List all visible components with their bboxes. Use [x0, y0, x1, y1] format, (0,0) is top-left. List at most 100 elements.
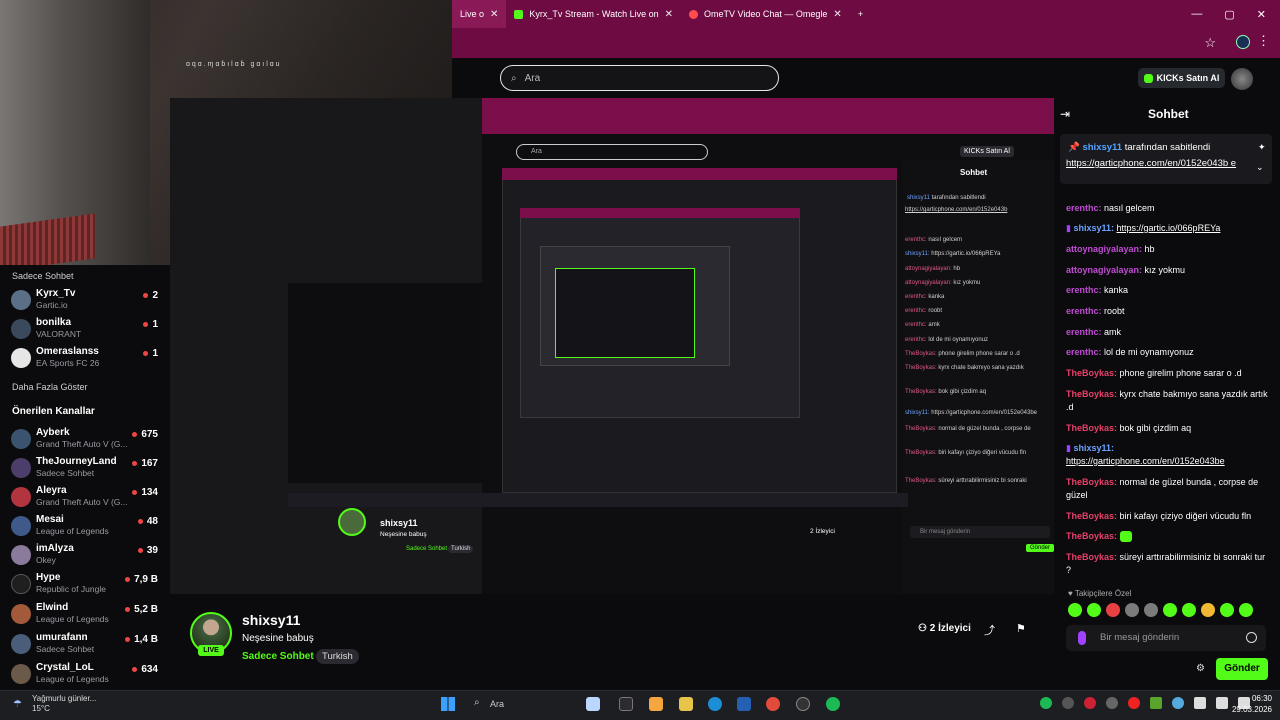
browser-tab-active[interactable]: Live o ✕: [452, 0, 507, 28]
file-explorer-icon[interactable]: [679, 697, 693, 711]
clock-time: 06:30: [1251, 694, 1272, 703]
collapse-chat-icon[interactable]: ⇥: [1060, 107, 1070, 121]
tray-app-icon[interactable]: [1062, 697, 1074, 709]
channel-game: Gartic.io: [36, 300, 68, 310]
weather-icon[interactable]: ☂: [13, 699, 22, 710]
tab-close-icon[interactable]: ✕: [665, 9, 673, 20]
weather-widget[interactable]: Yağmurlu günler... 15°C: [32, 694, 96, 714]
viewer-count: 48: [138, 516, 158, 527]
tray-app-icon[interactable]: [1150, 697, 1162, 709]
nested-chat-line: shixsy11 tarafından sabitlendi: [907, 195, 986, 201]
video-player[interactable]: Ara Sohbet KICKs Satın Al shixsy11 Neşes…: [170, 98, 1054, 594]
tray-app-icon[interactable]: [1084, 697, 1096, 709]
volume-icon[interactable]: [1216, 697, 1228, 709]
sidebar-item-imalyza[interactable]: imAlyza Okey 39: [0, 541, 170, 571]
chat-input[interactable]: Bir mesaj gönderin: [1066, 625, 1266, 651]
chrome-icon[interactable]: [766, 697, 780, 711]
close-window-icon[interactable]: ✕: [1257, 8, 1266, 21]
emote-icon[interactable]: [1201, 603, 1215, 617]
nested-search: Ara: [516, 144, 708, 160]
obs-icon[interactable]: [796, 697, 810, 711]
emote-icon[interactable]: [1163, 603, 1177, 617]
emote-icon[interactable]: [1220, 603, 1234, 617]
emote-icon[interactable]: [1239, 603, 1253, 617]
nested-tab-bar-4: [520, 208, 800, 218]
nested-chat-line: attoynagiyalayan: kız yokmu: [905, 280, 981, 286]
mic-icon[interactable]: [1078, 631, 1086, 645]
browser-menu-icon[interactable]: ⋮: [1257, 33, 1270, 49]
buy-kicks-button[interactable]: KICKs Satın Al: [1138, 68, 1225, 88]
channel-name[interactable]: shixsy11: [242, 612, 300, 628]
search-placeholder: Ara: [524, 72, 541, 84]
stream-category[interactable]: Sadece Sohbet: [242, 651, 314, 662]
sidebar-item-aleyra[interactable]: Aleyra Grand Theft Auto V (G... 134: [0, 483, 170, 513]
task-view-icon[interactable]: [619, 697, 633, 711]
tab-title: Kyrx_Tv Stream - Watch Live on: [529, 9, 659, 19]
emote-icon[interactable]: [1106, 603, 1120, 617]
sidebar-item-umurafann[interactable]: umurafann Sadece Sohbet 1,4 B: [0, 630, 170, 660]
maximize-icon[interactable]: ▢: [1224, 8, 1234, 21]
chat-title: Sohbet: [1148, 107, 1189, 121]
edge-icon[interactable]: [708, 697, 722, 711]
kick-favicon-icon: [514, 9, 524, 19]
tab-close-icon[interactable]: ✕: [490, 9, 498, 20]
sidebar-item-hype[interactable]: Hype Republic of Jungle 7,9 B: [0, 570, 170, 600]
tray-app-icon[interactable]: [1106, 697, 1118, 709]
office-icon[interactable]: [649, 697, 663, 711]
user-avatar[interactable]: [1231, 68, 1253, 90]
tray-app-icon[interactable]: [1040, 697, 1052, 709]
minimize-icon[interactable]: —: [1191, 8, 1202, 20]
unpin-icon[interactable]: ✦: [1258, 142, 1266, 153]
new-tab-button[interactable]: +: [850, 0, 871, 28]
chat-message: TheBoykas: bok gibi çizdim aq: [1066, 423, 1192, 433]
bookmark-star-icon[interactable]: ☆: [1204, 35, 1216, 51]
show-more-link[interactable]: Daha Fazla Göster: [12, 382, 88, 392]
viewer-count: 39: [138, 545, 158, 556]
viewer-count: 675: [132, 429, 158, 440]
tray-app-icon[interactable]: [1172, 697, 1184, 709]
copilot-icon[interactable]: [586, 697, 600, 711]
share-icon[interactable]: ⤴: [984, 622, 995, 638]
send-button[interactable]: Gönder: [1216, 658, 1268, 680]
gear-icon[interactable]: ⚙: [1196, 663, 1205, 674]
chat-message: attoynagiyalayan: kız yokmu: [1066, 265, 1186, 275]
sidebar-item-ayberk[interactable]: Ayberk Grand Theft Auto V (G... 675: [0, 425, 170, 455]
window-controls: — ▢ ✕: [1191, 0, 1280, 28]
sidebar-item-elwind[interactable]: Elwind League of Legends 5,2 B: [0, 600, 170, 630]
emoji-icon[interactable]: [1246, 632, 1257, 643]
emote-icon[interactable]: [1087, 603, 1101, 617]
more-options-icon[interactable]: ⚑: [1016, 622, 1026, 635]
wifi-icon[interactable]: [1194, 697, 1206, 709]
emote-icon[interactable]: [1182, 603, 1196, 617]
start-icon[interactable]: [441, 697, 455, 711]
channel-name: Crystal_LoL: [36, 662, 94, 673]
channel-game: League of Legends: [36, 614, 109, 624]
sidebar-item-bonilka[interactable]: bonilka VALORANT 1: [0, 315, 170, 345]
pinned-user[interactable]: shixsy11: [1082, 142, 1122, 153]
sidebar-item-thejourneyland[interactable]: TheJourneyLand Sadece Sohbet 167: [0, 454, 170, 484]
pinned-link[interactable]: https://garticphone.com/en/0152e043b e: [1066, 158, 1251, 170]
spotify-icon[interactable]: [826, 697, 840, 711]
emote-icon[interactable]: [1125, 603, 1139, 617]
avatar: [11, 664, 31, 684]
sidebar-item-mesai[interactable]: Mesai League of Legends 48: [0, 512, 170, 542]
emote-icon[interactable]: [1144, 603, 1158, 617]
viewer-count: 134: [132, 487, 158, 498]
store-icon[interactable]: [737, 697, 751, 711]
chevron-down-icon[interactable]: ⌄: [1256, 162, 1264, 173]
stream-tag[interactable]: Turkish: [316, 649, 359, 664]
sidebar-item-omeraslanss[interactable]: Omeraslanss EA Sports FC 26 1: [0, 344, 170, 374]
emote-icon[interactable]: [1068, 603, 1082, 617]
tab-close-icon[interactable]: ✕: [833, 9, 841, 20]
browser-tab-ometv[interactable]: OmeTV Video Chat — Omegle ✕: [681, 0, 850, 28]
clock[interactable]: 06:30 29.03.2026: [1228, 693, 1272, 715]
search-input[interactable]: ⌕ Ara: [500, 65, 779, 91]
browser-tab-kyrx[interactable]: Kyrx_Tv Stream - Watch Live on ✕: [506, 0, 681, 28]
sidebar-item-crystal-lol[interactable]: Crystal_LoL League of Legends 634: [0, 660, 170, 690]
sidebar-item-kyrx-tv[interactable]: Kyrx_Tv Gartic.io 2: [0, 286, 170, 316]
tray-app-icon[interactable]: [1128, 697, 1140, 709]
nested-toolbar: [482, 116, 1054, 134]
channel-game: EA Sports FC 26: [36, 358, 100, 368]
channel-name: Kyrx_Tv: [36, 288, 76, 299]
profile-icon[interactable]: [1236, 35, 1250, 49]
